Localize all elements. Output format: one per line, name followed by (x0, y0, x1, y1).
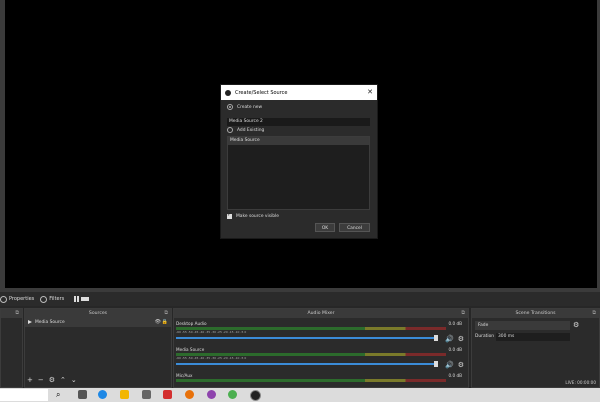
transition-selected: Fade (478, 323, 489, 328)
source-name-input[interactable]: Media Source 2 (227, 118, 370, 126)
chrome-icon[interactable] (228, 390, 237, 399)
filters-label: Filters (49, 296, 65, 302)
gear-icon[interactable]: ⚙ (458, 361, 464, 369)
speaker-icon[interactable]: 🔊 (445, 335, 454, 343)
audio-mixer-title: Audio Mixer (307, 311, 335, 316)
create-new-option[interactable]: Create new (227, 104, 262, 110)
file-explorer-icon[interactable] (120, 390, 129, 399)
properties-button[interactable]: Properties (0, 295, 35, 303)
scenes-dock-header: ⧉ (1, 309, 22, 318)
gear-icon[interactable]: ⚙ (458, 335, 464, 343)
add-existing-radio[interactable] (227, 127, 233, 133)
pause-icon[interactable] (74, 296, 80, 302)
transitions-header: Scene Transitions ⧉ (472, 309, 599, 318)
gear-icon (0, 295, 7, 303)
search-icon[interactable]: ⌕ (56, 390, 65, 399)
source-item[interactable]: Media Source 👁 🔒 (25, 318, 171, 327)
lock-icon[interactable]: 🔒 (162, 318, 168, 327)
close-icon[interactable]: ✕ (367, 88, 373, 96)
office-icon[interactable] (163, 390, 172, 399)
firefox-icon[interactable] (185, 390, 194, 399)
channel-db: 0.0 dB (448, 347, 462, 352)
docks-area: ⧉ Sources ⧉ Media Source 👁 🔒 + − ⚙ ⌃ ⌄ A… (0, 306, 600, 388)
chevron-down-icon[interactable]: ⌄ (71, 376, 77, 384)
ok-button[interactable]: OK (315, 223, 335, 232)
gear-icon[interactable]: ⚙ (573, 321, 579, 329)
dock-float-icon[interactable]: ⧉ (15, 309, 19, 318)
mixer-channel: Mic/Aux 0.0 dB (176, 373, 466, 382)
mixer-channel: Media Source 0.0 dB -60 -55 -50 -45 -40 … (176, 347, 466, 369)
dock-float-icon[interactable]: ⧉ (592, 309, 596, 318)
duration-input[interactable]: 300 ms (496, 333, 570, 341)
audio-mixer-dock: Audio Mixer ⧉ Desktop Audio 0.0 dB -60 -… (173, 308, 469, 388)
transitions-title: Scene Transitions (515, 311, 556, 316)
list-item[interactable]: Media Source (228, 137, 369, 145)
cancel-button[interactable]: Cancel (339, 223, 370, 232)
sources-footer: + − ⚙ ⌃ ⌄ (27, 376, 77, 384)
playback-bar-icon[interactable] (81, 297, 90, 301)
mixer-channel: Desktop Audio 0.0 dB -60 -55 -50 -45 -40… (176, 321, 466, 343)
sources-dock: Sources ⧉ Media Source 👁 🔒 + − ⚙ ⌃ ⌄ (24, 308, 172, 388)
edge-icon[interactable] (98, 390, 107, 399)
windows-taskbar: ⌕ (0, 388, 600, 402)
create-new-label: Create new (237, 104, 263, 110)
properties-label: Properties (9, 296, 35, 302)
sources-dock-header: Sources ⧉ (25, 309, 171, 318)
app-icon[interactable] (207, 390, 216, 399)
dialog-title: Create/Select Source (235, 89, 288, 96)
channel-name: Desktop Audio (176, 321, 207, 326)
audio-mixer-header: Audio Mixer ⧉ (174, 309, 468, 318)
task-view-icon[interactable] (78, 390, 87, 399)
dock-float-icon[interactable]: ⧉ (461, 309, 465, 318)
channel-db: 0.0 dB (448, 373, 462, 378)
create-new-radio[interactable] (227, 104, 233, 110)
volume-slider[interactable] (176, 361, 438, 367)
filters-button[interactable]: Filters (40, 295, 65, 303)
meter-ticks: -60 -55 -50 -45 -40 -35 -30 -25 -20 -15 … (176, 330, 247, 334)
speaker-icon[interactable]: 🔊 (445, 361, 454, 369)
volume-meter (176, 379, 446, 382)
duration-label: Duration (475, 334, 495, 339)
make-visible-checkbox[interactable] (227, 212, 232, 219)
gear-icon[interactable]: ⚙ (49, 376, 55, 384)
remove-icon[interactable]: − (38, 376, 44, 384)
dock-float-icon[interactable]: ⧉ (164, 309, 168, 318)
channel-name: Mic/Aux (176, 373, 193, 378)
create-select-source-dialog: Create/Select Source ✕ Create new Media … (220, 84, 378, 239)
slider-knob[interactable] (434, 361, 438, 367)
source-item-label: Media Source (35, 320, 65, 325)
scenes-dock: ⧉ (0, 308, 23, 388)
sources-title: Sources (88, 311, 108, 316)
channel-db: 0.0 dB (448, 321, 462, 326)
status-live: LIVE: 00:00:00 (565, 380, 596, 385)
taskbar-search-box[interactable] (0, 389, 48, 401)
add-icon[interactable]: + (27, 376, 33, 384)
store-icon[interactable] (142, 390, 151, 399)
media-play-icon (28, 320, 32, 324)
add-existing-option[interactable]: Add Existing (227, 127, 264, 133)
source-toolbar: Properties Filters (0, 292, 600, 306)
volume-slider[interactable] (176, 335, 438, 341)
meter-ticks: -60 -55 -50 -45 -40 -35 -30 -25 -20 -15 … (176, 356, 247, 360)
dialog-titlebar: Create/Select Source ✕ (221, 85, 377, 100)
channel-name: Media Source (176, 347, 205, 352)
obs-taskbar-icon[interactable] (250, 390, 261, 401)
preview-panel[interactable]: Create/Select Source ✕ Create new Media … (0, 0, 600, 292)
transition-select[interactable]: Fade (475, 321, 570, 330)
make-visible-option[interactable]: Make source visible (227, 212, 279, 219)
existing-sources-list[interactable]: Media Source (227, 136, 370, 210)
visibility-eye-icon[interactable]: 👁 (155, 318, 161, 327)
chevron-up-icon[interactable]: ⌃ (60, 376, 66, 384)
add-existing-label: Add Existing (237, 127, 265, 133)
slider-knob[interactable] (434, 335, 438, 341)
scene-transitions-dock: Scene Transitions ⧉ Fade ⚙ Duration 300 … (471, 308, 600, 388)
filter-icon (40, 295, 48, 303)
obs-app-icon (225, 89, 231, 96)
make-visible-label: Make source visible (236, 214, 279, 219)
